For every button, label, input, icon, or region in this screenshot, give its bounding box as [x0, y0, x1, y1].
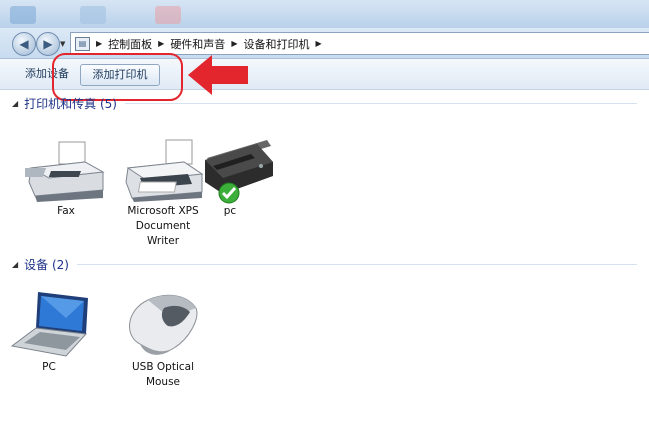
- forward-button[interactable]: ▶: [36, 32, 60, 56]
- fax-icon: [25, 141, 105, 202]
- device-pc[interactable]: PC: [4, 288, 94, 375]
- breadcrumb-control-panel[interactable]: 控制面板: [108, 36, 152, 52]
- taskbar-thumbnails: [0, 2, 649, 26]
- device-label: Fax: [57, 205, 75, 217]
- group-divider: [124, 102, 637, 104]
- device-label-line: Document: [135, 220, 191, 232]
- printers-group-title: 打印机和传真 (5): [24, 96, 117, 111]
- control-panel-icon: ▤: [75, 36, 90, 51]
- window-top-strip: [0, 0, 649, 28]
- recent-pages-dropdown-icon[interactable]: ▼: [60, 40, 65, 48]
- chevron-right-icon[interactable]: ▶: [231, 39, 237, 48]
- laptop-icon: [10, 292, 88, 357]
- chevron-right-icon[interactable]: ▶: [96, 39, 102, 48]
- chevron-right-icon[interactable]: ▶: [158, 39, 164, 48]
- thumbnail-icon: [80, 6, 106, 24]
- printers-group-header[interactable]: ◢ 打印机和传真 (5): [12, 94, 637, 112]
- breadcrumb-devices-printers[interactable]: 设备和打印机: [243, 36, 309, 52]
- device-label: PC: [42, 361, 56, 373]
- device-label: pc: [223, 205, 237, 217]
- device-label-line: USB Optical: [132, 361, 194, 373]
- address-field[interactable]: ▤ ▶ 控制面板 ▶ 硬件和声音 ▶ 设备和打印机 ▶: [70, 32, 649, 55]
- chevron-right-icon[interactable]: ▶: [315, 39, 321, 48]
- default-printer-check-icon: [218, 182, 240, 204]
- device-fax[interactable]: Fax: [21, 138, 111, 219]
- back-button[interactable]: ◀: [12, 32, 36, 56]
- thumbnail-icon: [155, 6, 181, 24]
- device-usb-mouse[interactable]: USB Optical Mouse: [118, 288, 208, 390]
- device-label-line: Mouse: [145, 376, 181, 388]
- annotation-arrow-icon: [188, 55, 248, 95]
- device-label-line: Writer: [146, 235, 180, 247]
- group-divider: [76, 263, 637, 265]
- collapse-triangle-icon[interactable]: ◢: [12, 260, 18, 269]
- breadcrumb-hardware-sound[interactable]: 硬件和声音: [170, 36, 225, 52]
- thumbnail-icon: [10, 6, 36, 24]
- collapse-triangle-icon[interactable]: ◢: [12, 99, 18, 108]
- device-pc-printer[interactable]: pc: [185, 132, 275, 219]
- devices-group-title: 设备 (2): [24, 257, 69, 272]
- mouse-icon: [129, 294, 198, 355]
- devices-group-header[interactable]: ◢ 设备 (2): [12, 255, 637, 273]
